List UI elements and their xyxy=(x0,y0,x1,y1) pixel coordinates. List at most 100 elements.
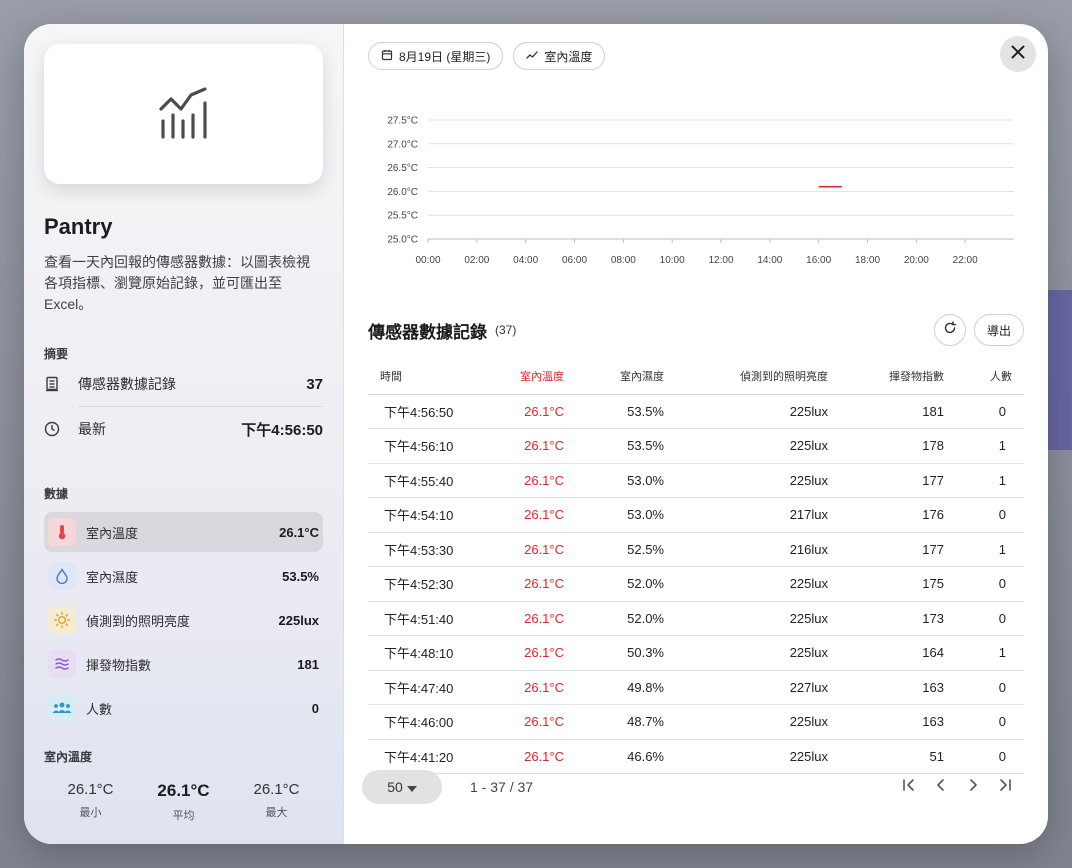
col-people[interactable]: 人數 xyxy=(948,358,1024,395)
stat-avg-value: 26.1°C xyxy=(157,781,210,800)
last-page-icon xyxy=(997,777,1013,798)
chart-x-tick-label: 02:00 xyxy=(464,255,489,266)
cell-temperature: 26.1°C xyxy=(478,635,568,671)
metric-temperature-label: 室內溫度 xyxy=(86,525,139,541)
stat-avg-label: 平均 xyxy=(172,810,195,822)
cell-temperature: 26.1°C xyxy=(478,601,568,636)
people-icon xyxy=(48,694,76,722)
table-row[interactable]: 下午4:56:10 26.1°C 53.5% 225lux 178 1 xyxy=(368,428,1024,464)
table-row[interactable]: 下午4:52:30 26.1°C 52.0% 225lux 175 0 xyxy=(368,566,1024,602)
chart-x-tick-label: 04:00 xyxy=(513,255,538,266)
metric-temperature[interactable]: 室內溫度 26.1°C xyxy=(44,512,323,552)
table-row[interactable]: 下午4:41:20 26.1°C 46.6% 225lux 51 0 xyxy=(368,739,1024,774)
last-page-button[interactable] xyxy=(994,776,1016,798)
metric-select-chip[interactable]: 室內溫度 xyxy=(513,42,606,70)
chart-y-tick-label: 27.5°C xyxy=(387,116,418,127)
summary-records-row: 傳感器數據記錄 37 xyxy=(44,362,323,406)
stats-row: 26.1°C 最小 26.1°C 平均 26.1°C 最大 xyxy=(44,781,323,823)
chart-trend-icon xyxy=(158,87,207,139)
thermometer-icon xyxy=(48,518,76,546)
cell-voc: 178 xyxy=(832,428,948,464)
cell-time: 下午4:48:10 xyxy=(368,635,478,671)
cell-time: 下午4:51:40 xyxy=(368,601,478,636)
cell-temperature: 26.1°C xyxy=(478,739,568,774)
table-row[interactable]: 下午4:48:10 26.1°C 50.3% 225lux 164 1 xyxy=(368,635,1024,671)
cell-people: 0 xyxy=(948,497,1024,533)
cell-humidity: 46.6% xyxy=(568,739,668,774)
table-row[interactable]: 下午4:54:10 26.1°C 53.0% 217lux 176 0 xyxy=(368,497,1024,533)
metric-humidity[interactable]: 室內濕度 53.5% xyxy=(44,556,323,596)
prev-page-button[interactable] xyxy=(930,776,952,798)
cell-time: 下午4:46:00 xyxy=(368,704,478,740)
table-row[interactable]: 下午4:46:00 26.1°C 48.7% 225lux 163 0 xyxy=(368,704,1024,740)
data-heading: 數據 xyxy=(44,487,69,501)
cell-voc: 173 xyxy=(832,601,948,636)
sensor-dialog: Pantry 查看一天內回報的傳感器數據：以圖表檢視各項指標、瀏覽原始記錄，並可… xyxy=(24,24,1048,844)
chart-y-tick-label: 25.5°C xyxy=(387,211,418,222)
chart-y-tick-label: 26.5°C xyxy=(387,163,418,174)
stat-max-label: 最大 xyxy=(265,807,288,819)
first-page-button[interactable] xyxy=(898,776,920,798)
chart-y-tick-label: 25.0°C xyxy=(387,235,418,246)
cell-illuminance: 225lux xyxy=(668,566,832,602)
summary-records-value: 37 xyxy=(306,375,323,393)
cell-people: 0 xyxy=(948,704,1024,740)
filter-chips: 8月19日 (星期三) 室內溫度 xyxy=(368,42,1024,70)
cell-voc: 163 xyxy=(832,704,948,740)
cell-time: 下午4:47:40 xyxy=(368,670,478,705)
metric-people-label: 人數 xyxy=(86,701,113,717)
cell-people: 1 xyxy=(948,635,1024,671)
calendar-icon xyxy=(381,49,393,64)
table-row[interactable]: 下午4:53:30 26.1°C 52.5% 216lux 177 1 xyxy=(368,532,1024,567)
col-humidity[interactable]: 室內濕度 xyxy=(568,358,668,395)
refresh-button[interactable] xyxy=(933,314,966,346)
chart-x-tick-label: 06:00 xyxy=(562,255,587,266)
chart-x-tick-label: 12:00 xyxy=(708,255,733,266)
col-voc[interactable]: 揮發物指數 xyxy=(832,358,948,395)
table-row[interactable]: 下午4:51:40 26.1°C 52.0% 225lux 173 0 xyxy=(368,601,1024,636)
metric-illuminance[interactable]: 偵測到的照明亮度 225lux xyxy=(44,600,323,640)
sun-icon xyxy=(48,606,76,634)
chart-y-tick-label: 26.0°C xyxy=(387,187,418,198)
rows-per-page-select[interactable]: 50 xyxy=(362,770,442,804)
cell-people: 0 xyxy=(948,670,1024,705)
cell-illuminance: 216lux xyxy=(668,532,832,567)
cell-temperature: 26.1°C xyxy=(478,428,568,464)
metric-voc[interactable]: 揮發物指數 181 xyxy=(44,644,323,684)
cell-illuminance: 227lux xyxy=(668,670,832,705)
info-panel: Pantry 查看一天內回報的傳感器數據：以圖表檢視各項指標、瀏覽原始記錄，並可… xyxy=(24,24,344,844)
metric-people-count[interactable]: 人數 0 xyxy=(44,688,323,728)
col-time[interactable]: 時間 xyxy=(368,358,478,395)
chevron-left-icon xyxy=(933,777,949,798)
date-picker-chip[interactable]: 8月19日 (星期三) xyxy=(368,42,504,70)
next-page-button[interactable] xyxy=(962,776,984,798)
cell-voc: 181 xyxy=(832,394,948,429)
cell-voc: 176 xyxy=(832,497,948,533)
stat-max-value: 26.1°C xyxy=(253,781,300,798)
cell-voc: 175 xyxy=(832,566,948,602)
cell-illuminance: 225lux xyxy=(668,463,832,498)
cell-illuminance: 225lux xyxy=(668,601,832,636)
refresh-icon xyxy=(943,320,957,340)
table-row[interactable]: 下午4:47:40 26.1°C 49.8% 227lux 163 0 xyxy=(368,670,1024,705)
table-row[interactable]: 下午4:56:50 26.1°C 53.5% 225lux 181 0 xyxy=(368,394,1024,429)
cell-voc: 177 xyxy=(832,532,948,567)
stat-min-value: 26.1°C xyxy=(67,781,114,798)
table-header-row: 時間 室內溫度 室內濕度 偵測到的照明亮度 揮發物指數 人數 xyxy=(368,358,1024,395)
export-button[interactable]: 導出 xyxy=(973,314,1024,346)
cell-people: 1 xyxy=(948,532,1024,567)
cell-humidity: 48.7% xyxy=(568,704,668,740)
col-illuminance[interactable]: 偵測到的照明亮度 xyxy=(668,358,832,395)
caret-down-icon xyxy=(406,779,417,795)
col-temperature[interactable]: 室內溫度 xyxy=(478,358,568,395)
cell-temperature: 26.1°C xyxy=(478,566,568,602)
detail-panel: 8月19日 (星期三) 室內溫度 25.0°C 25.5°C 26.0°C 26.5°… xyxy=(344,24,1048,844)
rows-per-page-value: 50 xyxy=(387,779,403,795)
pagination: 50 1 - 37 / 37 xyxy=(362,770,1018,806)
summary-heading: 摘要 xyxy=(44,347,69,361)
document-icon xyxy=(44,376,70,392)
close-button[interactable] xyxy=(1000,36,1036,72)
table-row[interactable]: 下午4:55:40 26.1°C 53.0% 225lux 177 1 xyxy=(368,463,1024,498)
metric-chip-label: 室內溫度 xyxy=(544,49,593,64)
cell-voc: 163 xyxy=(832,670,948,705)
